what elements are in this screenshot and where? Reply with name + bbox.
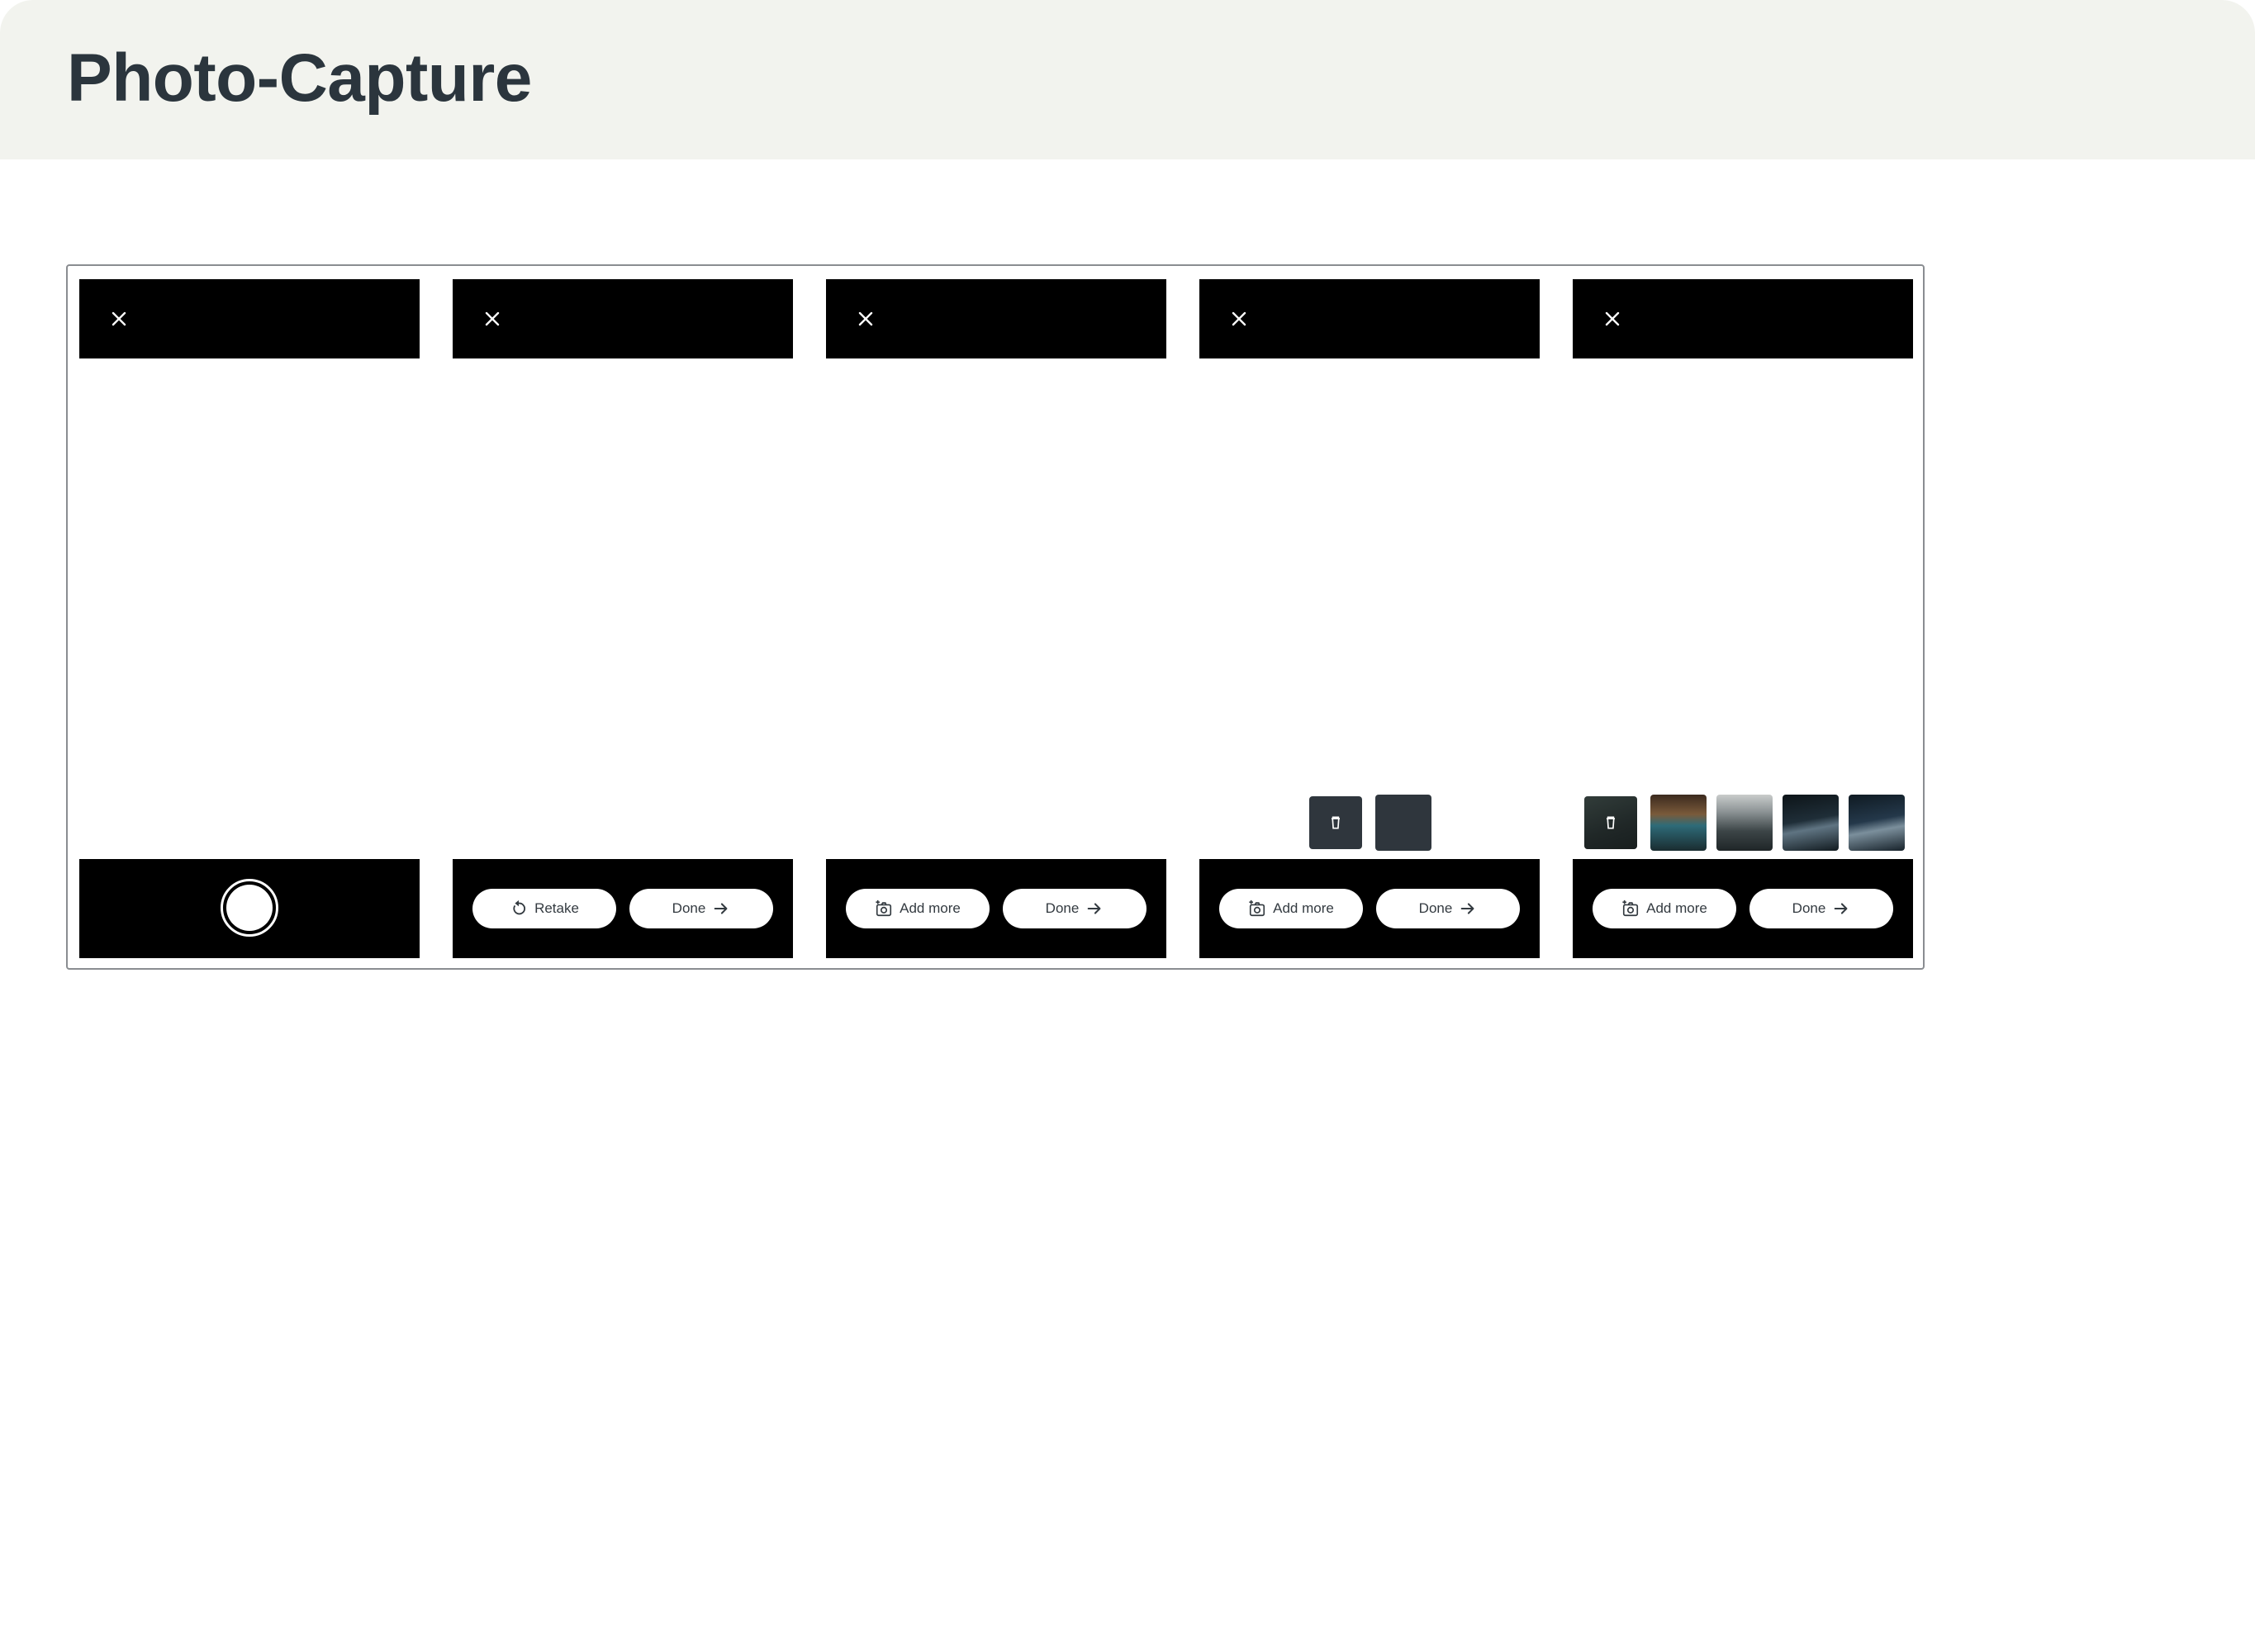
add-photo-icon	[876, 900, 892, 917]
top-bar	[1199, 279, 1540, 358]
page-header: Photo-Capture	[0, 0, 2255, 159]
close-icon	[112, 311, 126, 326]
add-photo-icon	[1622, 900, 1639, 917]
close-icon	[1605, 311, 1620, 326]
close-button[interactable]	[1224, 304, 1254, 334]
close-button[interactable]	[104, 304, 134, 334]
retake-icon	[513, 900, 526, 915]
screens-frame: Retake Done Add more Done Add more Done …	[66, 264, 1925, 970]
done-label: Done	[1418, 900, 1453, 916]
done-label: Done	[1045, 900, 1080, 916]
bottom-bar: Add more Done	[1199, 859, 1540, 958]
arrow-right-icon	[714, 903, 728, 914]
bottom-bar: Add more Done	[826, 859, 1166, 958]
shutter-button[interactable]	[221, 879, 278, 937]
add-more-button[interactable]: Add more	[1219, 889, 1363, 928]
thumbnail-car-photo-4[interactable]	[1849, 795, 1905, 851]
close-button[interactable]	[1597, 304, 1627, 334]
close-button[interactable]	[477, 304, 507, 334]
top-bar	[453, 279, 793, 358]
done-button[interactable]: Done	[1376, 889, 1520, 928]
add-more-label: Add more	[900, 900, 961, 916]
screen-thumbnails-two: Add more Done	[1199, 279, 1540, 958]
done-button[interactable]: Done	[629, 889, 773, 928]
thumbnail-car-photo-2[interactable]	[1716, 795, 1773, 851]
done-label: Done	[672, 900, 706, 916]
done-label: Done	[1792, 900, 1826, 916]
retake-label: Retake	[534, 900, 579, 916]
thumbnail-selected[interactable]	[1309, 796, 1362, 849]
close-icon	[1232, 311, 1246, 326]
close-icon	[485, 311, 500, 326]
thumbnail-car-photo-3[interactable]	[1783, 795, 1839, 851]
screen-capture	[79, 279, 420, 958]
bottom-bar: Add more Done	[1573, 859, 1913, 958]
arrow-right-icon	[1460, 903, 1474, 914]
bottom-bar	[79, 859, 420, 958]
retake-button[interactable]: Retake	[472, 889, 616, 928]
close-icon	[858, 311, 873, 326]
top-bar	[79, 279, 420, 358]
arrow-right-icon	[1834, 903, 1848, 914]
trash-icon	[1332, 816, 1340, 829]
screen-thumbnails-many: Add more Done	[1573, 279, 1913, 958]
thumbnail-selected[interactable]	[1584, 796, 1637, 849]
done-button[interactable]: Done	[1003, 889, 1146, 928]
page-title: Photo-Capture	[67, 40, 532, 116]
add-more-button[interactable]: Add more	[846, 889, 990, 928]
top-bar	[826, 279, 1166, 358]
add-more-label: Add more	[1273, 900, 1334, 916]
add-photo-icon	[1249, 900, 1265, 917]
bottom-bar: Retake Done	[453, 859, 793, 958]
close-button[interactable]	[851, 304, 881, 334]
top-bar	[1573, 279, 1913, 358]
trash-icon	[1607, 816, 1615, 829]
done-button[interactable]: Done	[1749, 889, 1893, 928]
add-more-label: Add more	[1646, 900, 1707, 916]
thumbnail-placeholder[interactable]	[1375, 795, 1431, 851]
screen-add-more: Add more Done	[826, 279, 1166, 958]
thumbnail-car-photo-1[interactable]	[1650, 795, 1707, 851]
screen-review: Retake Done	[453, 279, 793, 958]
add-more-button[interactable]: Add more	[1593, 889, 1736, 928]
arrow-right-icon	[1087, 903, 1101, 914]
